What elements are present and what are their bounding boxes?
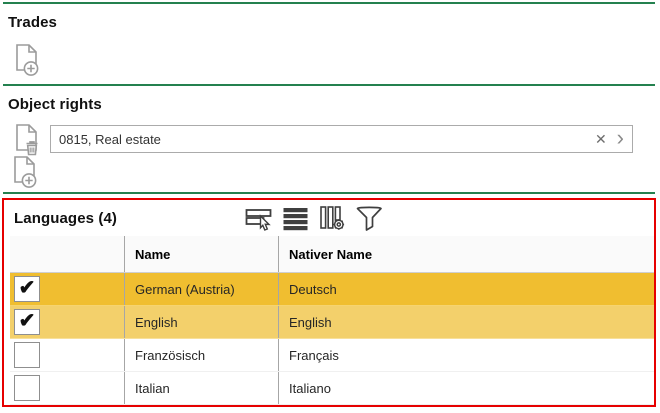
- object-rights-title: Object rights: [8, 96, 102, 113]
- column-settings-icon: [319, 205, 346, 232]
- languages-table: Name Nativer Name ✔ German (Austria) Deu…: [10, 236, 654, 405]
- filter-button[interactable]: [355, 204, 384, 233]
- language-name: Italian: [124, 372, 278, 404]
- table-row[interactable]: Italian Italiano: [10, 372, 654, 405]
- row-checkbox[interactable]: ✔: [14, 276, 40, 302]
- section-divider: [3, 192, 655, 194]
- clear-button[interactable]: ✕: [589, 132, 613, 146]
- checkmark-icon: ✔: [18, 277, 36, 299]
- add-document-icon: [10, 155, 44, 189]
- language-name: English: [124, 306, 278, 338]
- checkbox-column-header: [10, 236, 124, 272]
- language-native-name: Italiano: [278, 372, 654, 404]
- language-native-name: English: [278, 306, 654, 338]
- row-checkbox[interactable]: ✔: [14, 309, 40, 335]
- table-row[interactable]: ✔ German (Austria) Deutsch: [10, 273, 654, 306]
- delete-document-icon: [12, 123, 42, 157]
- languages-toolbar: [244, 204, 384, 233]
- add-document-button[interactable]: [10, 155, 44, 189]
- language-native-name: Deutsch: [278, 273, 654, 305]
- open-chevron-button[interactable]: ›: [613, 126, 626, 152]
- name-column-header[interactable]: Name: [124, 236, 278, 272]
- object-rights-section: Object rights 0815, Real estate ✕ ›: [0, 96, 660, 189]
- native-name-column-header[interactable]: Nativer Name: [278, 236, 654, 272]
- delete-document-button[interactable]: [10, 123, 44, 157]
- language-name: Französisch: [124, 339, 278, 371]
- column-settings-button[interactable]: [318, 204, 347, 233]
- table-row[interactable]: Französisch Français: [10, 339, 654, 372]
- select-rows-icon: [245, 205, 272, 232]
- trades-title: Trades: [8, 14, 57, 31]
- select-rows-button[interactable]: [244, 204, 273, 233]
- languages-section: Languages (4) Name Nativer Name ✔ German…: [2, 198, 656, 407]
- row-list-icon: [282, 205, 309, 232]
- row-checkbox[interactable]: [14, 375, 40, 401]
- trades-section: Trades: [0, 14, 660, 84]
- language-name: German (Austria): [124, 273, 278, 305]
- checkmark-icon: ✔: [18, 310, 36, 332]
- object-rights-field-value: 0815, Real estate: [59, 131, 161, 147]
- object-rights-field[interactable]: 0815, Real estate ✕ ›: [50, 125, 633, 153]
- section-divider: [3, 2, 655, 4]
- table-row[interactable]: ✔ English English: [10, 306, 654, 339]
- add-document-icon: [12, 43, 42, 77]
- language-native-name: Français: [278, 339, 654, 371]
- add-document-button[interactable]: [10, 43, 44, 77]
- row-checkbox[interactable]: [14, 342, 40, 368]
- filter-icon: [355, 205, 384, 232]
- languages-title: Languages (4): [14, 209, 117, 227]
- row-list-button[interactable]: [281, 204, 310, 233]
- table-header-row: Name Nativer Name: [10, 236, 654, 273]
- section-divider: [3, 84, 655, 86]
